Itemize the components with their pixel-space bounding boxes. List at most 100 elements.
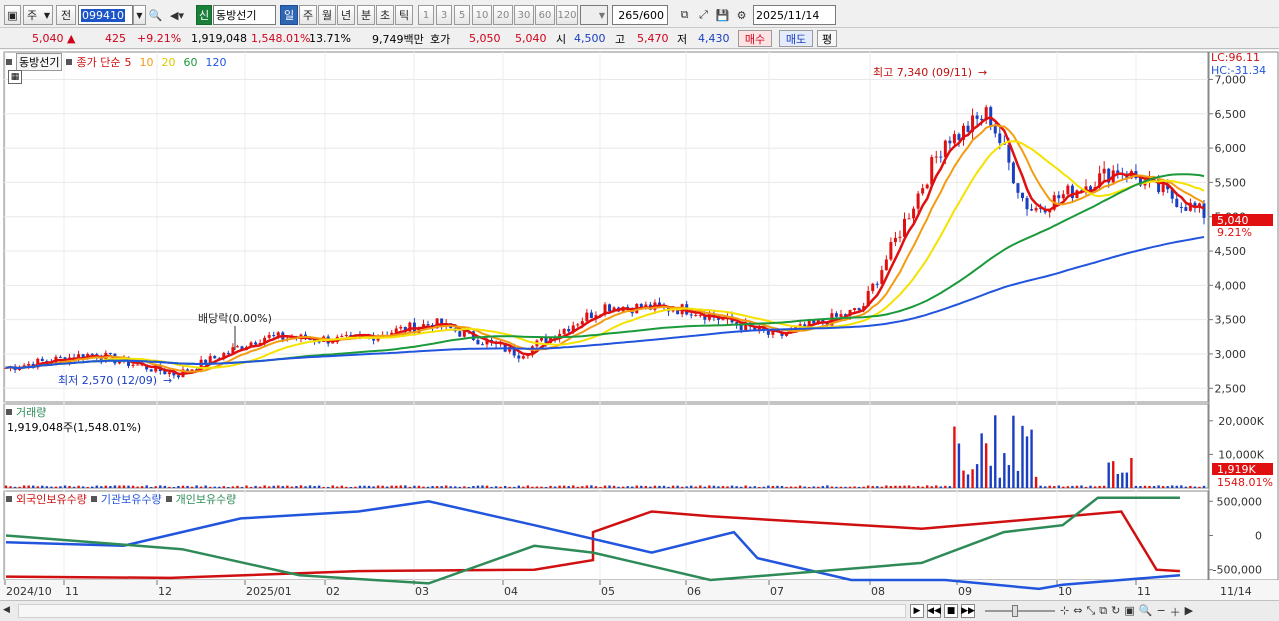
refresh-icon[interactable]: ↻	[1111, 604, 1120, 620]
trade-value-amount: 9,749백만	[372, 32, 424, 46]
period-month-button[interactable]: 월	[318, 5, 336, 25]
candle-body	[1057, 195, 1061, 199]
current-price: 5,040 ▲	[32, 30, 75, 47]
speaker-icon[interactable]: ◀▾	[165, 5, 189, 25]
chart-canvas[interactable]: 7,0006,5006,0005,5005,0004,5004,0003,500…	[0, 50, 1279, 600]
candle-body	[226, 352, 230, 354]
save-icon[interactable]: 💾	[714, 5, 731, 25]
volume-panel-title[interactable]: 거래량	[16, 404, 46, 420]
individual-holding-label[interactable]: 개인보유수량	[176, 491, 237, 507]
candle-body	[131, 364, 135, 366]
volume-bar	[1112, 461, 1115, 488]
data-count-input[interactable]: 265/600	[612, 5, 668, 25]
zoom-out-icon[interactable]: −	[1156, 604, 1165, 620]
volume-bar	[186, 485, 189, 488]
volume-bar	[785, 486, 788, 488]
institution-holding-label[interactable]: 기관보유수량	[101, 491, 162, 507]
scroll-left-icon[interactable]: ◀	[3, 605, 10, 615]
ma5-label: 5	[124, 55, 132, 69]
zoom-slider-handle[interactable]	[1012, 605, 1018, 617]
period-minute-button[interactable]: 분	[357, 5, 375, 25]
stock-code-input[interactable]: 099410	[78, 5, 133, 25]
volume-bar	[91, 486, 94, 488]
price-tick-label: 4,500	[1215, 245, 1247, 258]
foreign-holding-label[interactable]: 외국인보유수량	[16, 491, 87, 507]
interval-5-button[interactable]: 5	[454, 5, 470, 25]
image-icon[interactable]: ▣	[1124, 604, 1134, 620]
volume-bar	[390, 485, 393, 488]
chart-scrollbar[interactable]: ◀ ▶ ◀◀ ■ ▶▶ ⊹ ⇔ ⤡ ⧉ ↻ ▣ 🔍 − ＋ ▶	[0, 600, 1279, 621]
code-dropdown-icon[interactable]: ▼	[133, 5, 146, 25]
chart-area[interactable]: 7,0006,5006,0005,5005,0004,5004,0003,500…	[0, 50, 1279, 621]
candle-body	[589, 312, 593, 319]
stock-code-value: 099410	[81, 8, 125, 22]
volume-bar	[1098, 485, 1101, 488]
period-year-button[interactable]: 년	[337, 5, 355, 25]
fast-forward-icon[interactable]: ▶▶	[961, 604, 975, 618]
x-tick-label: 10	[1058, 585, 1072, 598]
period-compare-icon[interactable]: ⇔	[1073, 604, 1082, 620]
volume-bar	[295, 485, 298, 488]
search-icon[interactable]: 🔍	[147, 5, 164, 25]
period-week-button[interactable]: 주	[299, 5, 317, 25]
volume-bar	[621, 486, 625, 488]
grid-table-icon[interactable]: ▦	[8, 70, 22, 84]
buy-button[interactable]: 매수	[738, 30, 772, 47]
date-input[interactable]: 2025/11/14	[753, 5, 836, 25]
volume-bar	[286, 485, 289, 488]
chart-type-icon[interactable]: ⧉	[676, 5, 693, 25]
x-tick-label: 02	[326, 585, 340, 598]
stop-icon[interactable]: ■	[944, 604, 958, 618]
volume-bar	[694, 486, 697, 488]
volume-bar	[562, 485, 566, 488]
zoom-icon[interactable]: 🔍	[1139, 604, 1153, 620]
stock-name-field[interactable]: 동방선기	[213, 5, 276, 25]
interval-3-button[interactable]: 3	[436, 5, 452, 25]
crosshair-icon[interactable]: ⊹	[1060, 604, 1069, 620]
zoom-slider[interactable]	[985, 610, 1055, 612]
scroll-right-icon[interactable]: ▶	[1185, 604, 1193, 620]
count-value: 265	[618, 8, 640, 22]
zoom-in-icon[interactable]: ＋	[1170, 604, 1181, 620]
interval-custom-select[interactable]: ▼	[580, 5, 608, 25]
volume-bar	[680, 486, 684, 488]
interval-1-button[interactable]: 1	[418, 5, 434, 25]
rewind-icon[interactable]: ◀◀	[927, 604, 941, 618]
period-day-button[interactable]: 일	[280, 5, 298, 25]
x-tick-label: 04	[504, 585, 518, 598]
volume-bar	[916, 485, 920, 488]
interval-10-button[interactable]: 10	[472, 5, 492, 25]
split-icon[interactable]: ⧉	[1099, 604, 1107, 620]
scroll-track[interactable]	[18, 604, 906, 618]
volume-bar	[1062, 486, 1065, 488]
market-type-select[interactable]: 주 ▼	[23, 5, 53, 25]
gear-icon[interactable]: ⚙	[733, 5, 750, 25]
expand-icon[interactable]: ⤡	[1086, 604, 1095, 620]
holding-legend: 외국인보유수량 기관보유수량 개인보유수량	[6, 491, 236, 507]
volume-bar	[876, 486, 879, 488]
interval-20-button[interactable]: 20	[493, 5, 513, 25]
interval-60-button[interactable]: 60	[535, 5, 555, 25]
prev-button[interactable]: 전	[56, 5, 76, 25]
volume-bar	[1175, 485, 1178, 488]
period-tick-button[interactable]: 틱	[395, 5, 413, 25]
price-panel-title[interactable]: 동방선기	[16, 53, 63, 71]
volume-bar	[385, 486, 389, 488]
volume-bar	[231, 486, 235, 488]
interval-120-button[interactable]: 120	[556, 5, 578, 25]
volume-bar	[236, 485, 239, 488]
eval-button[interactable]: 평	[817, 30, 837, 47]
candle-body	[272, 335, 276, 337]
max-price-note: 최고 7,340 (09/11)	[873, 66, 972, 79]
layout-icon[interactable]: ▣	[4, 5, 21, 25]
volume-bar	[467, 486, 471, 488]
interval-30-button[interactable]: 30	[514, 5, 534, 25]
draw-tool-icon[interactable]: ⤢	[695, 5, 712, 25]
period-second-button[interactable]: 초	[376, 5, 394, 25]
volume-bar	[531, 486, 534, 488]
sell-button[interactable]: 매도	[779, 30, 813, 47]
x-tick-label: 2025/01	[246, 585, 292, 598]
volume-bar	[163, 485, 167, 488]
play-icon[interactable]: ▶	[910, 604, 924, 618]
candle-body	[1034, 208, 1038, 211]
